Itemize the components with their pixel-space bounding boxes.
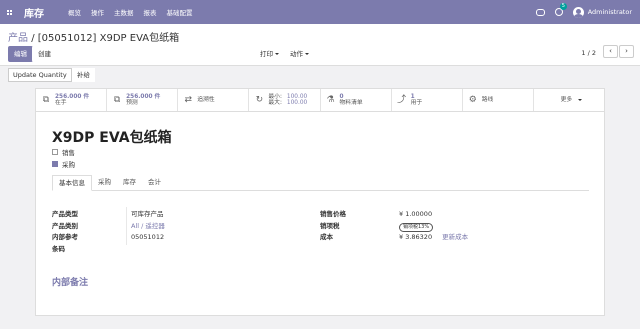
user-menu[interactable]: Administrator [572, 6, 632, 18]
replenish-button[interactable]: 补给 [72, 68, 95, 82]
chevron-down-icon [578, 99, 583, 101]
apps-icon [6, 9, 12, 15]
breadcrumb: 产品 / [05051012] X9DP EVA包纸箱 [8, 29, 179, 44]
chevron-down-icon [275, 53, 279, 55]
cost-label: 成本 [320, 233, 333, 241]
tab-inventory[interactable]: 库存 [117, 175, 142, 190]
breadcrumb-parent[interactable]: 产品 [8, 33, 28, 44]
sale-ok-label: 销售 [62, 149, 75, 157]
print-label: 打印 [260, 50, 273, 58]
used-in-label: 用于 [410, 100, 423, 106]
activity-badge: 5 [559, 3, 567, 10]
internal-ref-label: 内部参考 [52, 233, 78, 241]
routes-label: 路线 [481, 96, 494, 103]
stat-bom[interactable]: ⚗ 0 物料清单 [321, 89, 392, 111]
product-name: X9DP EVA包纸箱 [52, 130, 172, 146]
pager-value[interactable]: 1 / 2 [581, 49, 596, 57]
arrows-icon: ⇄ [184, 94, 193, 105]
sale-price-label: 销售价格 [320, 210, 346, 218]
left-field-labels: 产品类型 产品类别 内部参考 条码 [52, 209, 78, 255]
pager-next-button[interactable]: › [619, 45, 634, 58]
cost-value[interactable]: ¥ 3.86320 [399, 233, 432, 241]
product-category-link[interactable]: All / 遥控器 [131, 221, 165, 233]
tab-purchase[interactable]: 采购 [92, 175, 117, 190]
sale-tax-tag[interactable]: 销项税13% [399, 222, 434, 232]
apps-menu-button[interactable] [0, 9, 18, 15]
sale-ok-checkbox[interactable] [52, 149, 58, 155]
action-dropdown[interactable]: 动作 [284, 46, 315, 62]
notebook-tabs: 基本信息 采购 库存 会计 [52, 175, 589, 191]
bom-label: 物料清单 [339, 100, 363, 106]
product-type-label: 产品类型 [52, 210, 78, 218]
update-quantity-button[interactable]: Update Quantity [8, 68, 72, 82]
barcode-value[interactable] [131, 244, 165, 256]
main-menu: 概览 操作 主数据 报表 基础配置 [68, 7, 193, 17]
breadcrumb-current: [05051012] X9DP EVA包纸箱 [37, 33, 180, 44]
max-label: 最大: [268, 100, 282, 106]
stat-min-max[interactable]: ↻ 最小: 100.00 最大: 100.00 [249, 89, 321, 111]
more-dropdown[interactable]: 更多 [534, 89, 604, 111]
top-navbar: 库存 概览 操作 主数据 报表 基础配置 5 Administrator [0, 0, 640, 24]
purchase-ok-checkbox-row: 采购 [52, 159, 75, 169]
stat-forecast[interactable]: ⧉ 256.000 件预测 [107, 89, 179, 111]
chat-icon[interactable] [535, 8, 545, 16]
menu-item-overview[interactable]: 概览 [68, 7, 81, 17]
chevron-down-icon [305, 53, 309, 55]
menu-item-reporting[interactable]: 报表 [144, 7, 157, 17]
cogs-icon: ⚙ [468, 94, 477, 105]
tab-accounting[interactable]: 会计 [142, 175, 167, 190]
sale-tax-label: 销项税 [320, 221, 340, 230]
field-divider [126, 207, 127, 245]
max-value: 100.00 [286, 100, 308, 106]
form-statusbar: Update Quantity 补给 [0, 66, 640, 82]
smart-buttons: ⧉ 256.000 件在手 ⧉ 256.000 件预测 ⇄ 追溯性 ↻ 最小: 1… [36, 89, 604, 112]
create-button[interactable]: 创建 [32, 46, 57, 62]
cubes-icon: ⧉ [42, 94, 50, 105]
internal-ref-value[interactable]: 05051012 [131, 232, 165, 244]
avatar [572, 6, 584, 18]
stat-on-hand[interactable]: ⧉ 256.000 件在手 [36, 89, 108, 111]
right-field-values: ¥ 1.00000 销项税13% ¥ 3.86320 更新成本 [399, 209, 468, 244]
menu-item-master-data[interactable]: 主数据 [114, 7, 134, 17]
flask-icon: ⚗ [326, 94, 335, 105]
right-field-labels: 销售价格 销项税 成本 [320, 209, 346, 244]
sale-price-value[interactable]: ¥ 1.00000 [399, 209, 468, 221]
cubes-icon: ⧉ [113, 94, 121, 105]
activity-button[interactable]: 5 [554, 3, 567, 16]
on-hand-label: 在手 [55, 100, 67, 106]
level-up-icon: ⤴ [397, 94, 407, 105]
traceability-label: 追溯性 [197, 96, 215, 103]
user-name: Administrator [587, 8, 632, 16]
menu-item-configuration[interactable]: 基础配置 [167, 7, 193, 17]
product-type-value[interactable]: 可库存产品 [131, 209, 165, 221]
systray: 5 Administrator [535, 0, 632, 24]
menu-item-operations[interactable]: 操作 [91, 7, 104, 17]
refresh-icon: ↻ [255, 94, 264, 105]
stat-traceability[interactable]: ⇄ 追溯性 [178, 89, 250, 111]
action-label: 动作 [290, 50, 303, 58]
app-brand[interactable]: 库存 [24, 5, 68, 20]
pager-prev-button[interactable]: ‹ [603, 45, 618, 58]
forecast-label: 预测 [126, 100, 138, 106]
print-dropdown[interactable]: 打印 [254, 46, 285, 62]
product-category-label: 产品类别 [52, 221, 78, 230]
purchase-ok-label: 采购 [62, 161, 75, 169]
stat-used-in[interactable]: ⤴ 1 用于 [392, 89, 463, 111]
tab-general-info[interactable]: 基本信息 [52, 175, 92, 191]
barcode-label: 条码 [52, 244, 65, 253]
left-field-values: 可库存产品 All / 遥控器 05051012 [131, 209, 165, 255]
sale-ok-checkbox-row: 销售 [52, 147, 75, 157]
stat-routes[interactable]: ⚙ 路线 [463, 89, 534, 111]
breadcrumb-separator: / [31, 33, 35, 44]
internal-notes-title: 内部备注 [52, 278, 89, 288]
more-label: 更多 [560, 96, 573, 103]
update-cost-link[interactable]: 更新成本 [442, 233, 468, 241]
control-panel: 产品 / [05051012] X9DP EVA包纸箱 编辑 创建 打印 动作 … [0, 24, 640, 66]
purchase-ok-checkbox[interactable] [52, 161, 58, 167]
form-sheet: ⧉ 256.000 件在手 ⧉ 256.000 件预测 ⇄ 追溯性 ↻ 最小: 1… [35, 88, 605, 316]
edit-button[interactable]: 编辑 [8, 46, 33, 62]
